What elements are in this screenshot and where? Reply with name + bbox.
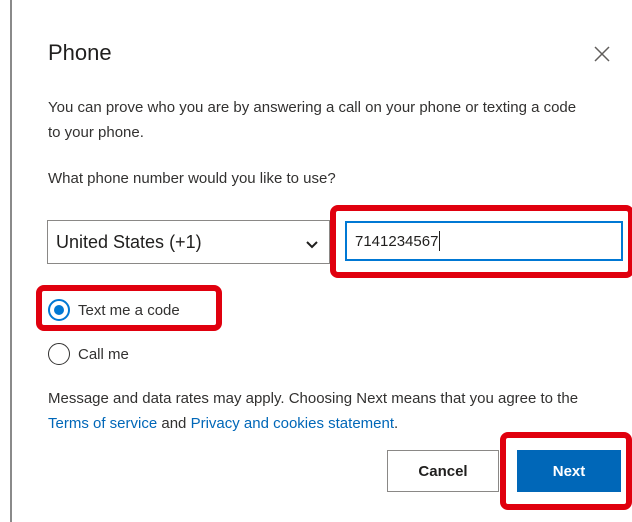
disclaimer-text: Message and data rates may apply. Choosi… — [48, 386, 608, 436]
radio-selected[interactable] — [48, 299, 70, 321]
privacy-statement-link[interactable]: Privacy and cookies statement — [191, 415, 394, 432]
phone-number-value: 7141234567 — [355, 232, 439, 250]
phone-dialog: Phone You can prove who you are by answe… — [12, 6, 632, 522]
dialog-description: You can prove who you are by answering a… — [48, 99, 577, 141]
radio-unselected[interactable] — [48, 343, 70, 365]
option-text-me-a-code[interactable]: Text me a code — [48, 299, 180, 321]
disclaimer-middle: and — [157, 415, 191, 432]
dialog-title: Phone — [48, 40, 112, 65]
phone-question-label: What phone number would you like to use? — [48, 170, 336, 187]
text-caret — [439, 231, 441, 251]
cancel-button[interactable]: Cancel — [387, 450, 499, 492]
option-label: Call me — [78, 345, 129, 363]
close-icon[interactable] — [590, 42, 614, 66]
option-label: Text me a code — [78, 301, 180, 319]
chevron-down-icon — [305, 236, 319, 250]
country-code-select[interactable]: United States (+1) — [47, 220, 330, 264]
disclaimer-end: . — [394, 415, 399, 432]
option-call-me[interactable]: Call me — [48, 343, 129, 365]
terms-of-service-link[interactable]: Terms of service — [48, 415, 157, 432]
country-code-value: United States (+1) — [56, 231, 202, 252]
phone-number-input[interactable]: 7141234567 — [345, 221, 623, 261]
disclaimer-prefix: Message and data rates may apply. Choosi… — [48, 390, 579, 407]
next-button[interactable]: Next — [517, 450, 621, 492]
